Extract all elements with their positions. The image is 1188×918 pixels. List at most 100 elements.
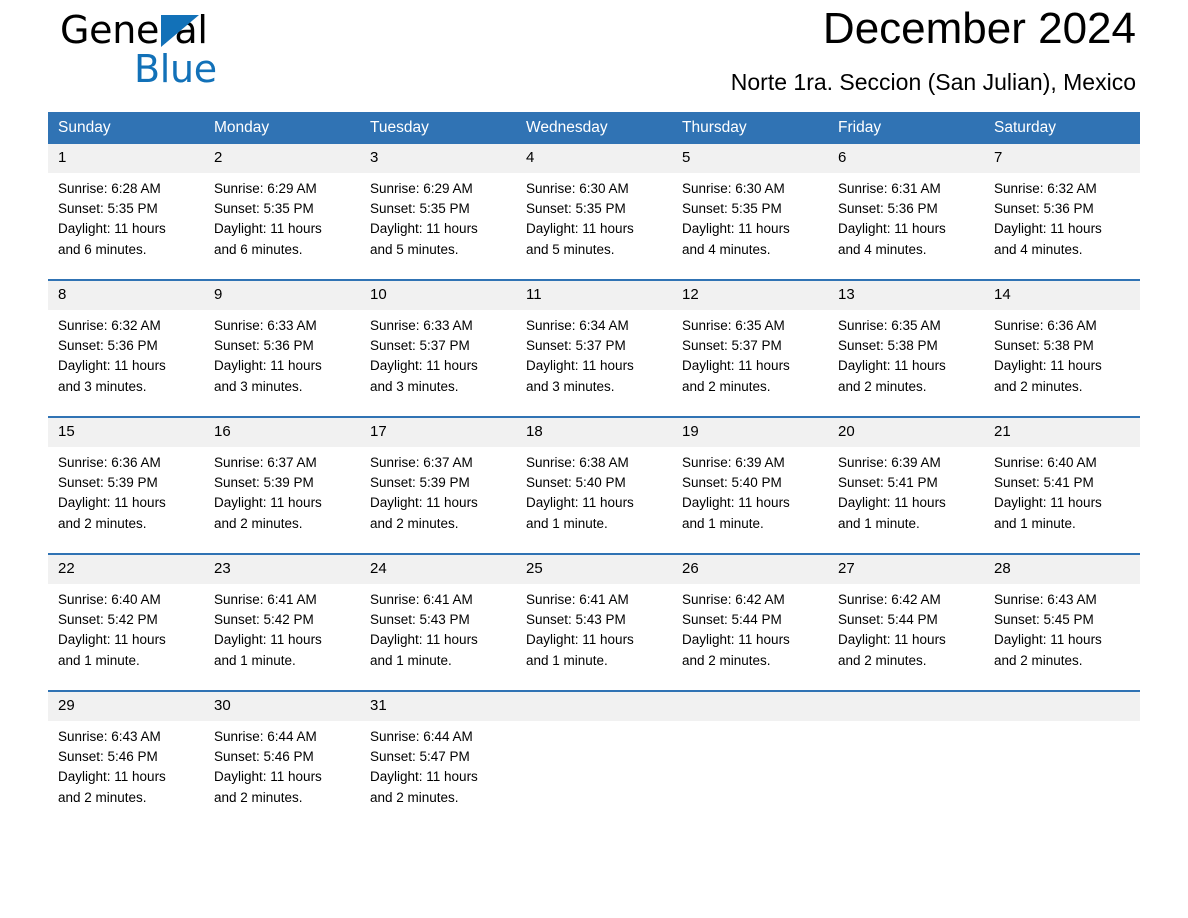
day-cell[interactable]: 20 Sunrise: 6:39 AM Sunset: 5:41 PM Dayligh… <box>828 416 984 554</box>
daylight-text-line2: and 2 minutes. <box>370 515 459 531</box>
daylight-text-line1: Daylight: 11 hours <box>214 632 322 648</box>
sunset-text: Sunset: 5:39 PM <box>214 475 314 491</box>
daylight-text-line1: Daylight: 11 hours <box>58 221 166 237</box>
daylight-text-line1: Daylight: 11 hours <box>370 769 478 785</box>
sunset-text: Sunset: 5:46 PM <box>214 749 314 765</box>
day-number: 20 <box>828 418 984 447</box>
sunset-text: Sunset: 5:47 PM <box>370 749 470 765</box>
day-cell[interactable]: 30 Sunrise: 6:44 AM Sunset: 5:46 PM Dayligh… <box>204 690 360 827</box>
sunset-text: Sunset: 5:40 PM <box>682 475 782 491</box>
day-cell[interactable]: 5 Sunrise: 6:30 AM Sunset: 5:35 PM Daylight… <box>672 144 828 280</box>
day-cell[interactable]: 13 Sunrise: 6:35 AM Sunset: 5:38 PM Dayligh… <box>828 279 984 417</box>
day-number: 6 <box>828 144 984 173</box>
day-cell[interactable]: 18 Sunrise: 6:38 AM Sunset: 5:40 PM Dayligh… <box>516 416 672 554</box>
day-cell[interactable]: 4 Sunrise: 6:30 AM Sunset: 5:35 PM Daylight… <box>516 144 672 280</box>
daylight-text-line1: Daylight: 11 hours <box>58 769 166 785</box>
day-number: 4 <box>516 144 672 173</box>
day-cell[interactable]: 28 Sunrise: 6:43 AM Sunset: 5:45 PM Dayligh… <box>984 553 1140 691</box>
day-details: Sunrise: 6:33 AM Sunset: 5:37 PM Daylight:… <box>360 310 516 397</box>
day-cell[interactable]: 6 Sunrise: 6:31 AM Sunset: 5:36 PM Daylight… <box>828 144 984 280</box>
day-number: 13 <box>828 281 984 310</box>
day-cell[interactable]: 12 Sunrise: 6:35 AM Sunset: 5:37 PM Dayligh… <box>672 279 828 417</box>
daylight-text-line1: Daylight: 11 hours <box>994 632 1102 648</box>
day-cell[interactable]: 2 Sunrise: 6:29 AM Sunset: 5:35 PM Daylight… <box>204 144 360 280</box>
day-cell[interactable]: 24 Sunrise: 6:41 AM Sunset: 5:43 PM Dayligh… <box>360 553 516 691</box>
sunrise-text: Sunrise: 6:40 AM <box>58 592 161 607</box>
daylight-text-line1: Daylight: 11 hours <box>370 221 478 237</box>
daylight-text-line2: and 1 minute. <box>838 515 920 531</box>
sunset-text: Sunset: 5:41 PM <box>994 475 1094 491</box>
day-cell[interactable]: 3 Sunrise: 6:29 AM Sunset: 5:35 PM Daylight… <box>360 144 516 280</box>
day-cell[interactable]: 19 Sunrise: 6:39 AM Sunset: 5:40 PM Dayligh… <box>672 416 828 554</box>
calendar-week-row: 29 Sunrise: 6:43 AM Sunset: 5:46 PM Dayligh… <box>48 690 1140 827</box>
day-details: Sunrise: 6:28 AM Sunset: 5:35 PM Daylight:… <box>48 173 204 260</box>
daylight-text-line1: Daylight: 11 hours <box>370 358 478 374</box>
sunset-text: Sunset: 5:37 PM <box>370 338 470 354</box>
day-cell[interactable]: 17 Sunrise: 6:37 AM Sunset: 5:39 PM Dayligh… <box>360 416 516 554</box>
sunrise-text: Sunrise: 6:36 AM <box>58 455 161 470</box>
daylight-text-line1: Daylight: 11 hours <box>838 495 946 511</box>
daylight-text-line1: Daylight: 11 hours <box>526 632 634 648</box>
day-cell[interactable]: 1 Sunrise: 6:28 AM Sunset: 5:35 PM Daylight… <box>48 144 204 280</box>
daylight-text-line2: and 5 minutes. <box>526 241 615 257</box>
sunset-text: Sunset: 5:42 PM <box>58 612 158 628</box>
day-details: Sunrise: 6:36 AM Sunset: 5:39 PM Daylight:… <box>48 447 204 534</box>
daylight-text-line1: Daylight: 11 hours <box>526 495 634 511</box>
day-details: Sunrise: 6:40 AM Sunset: 5:41 PM Daylight:… <box>984 447 1140 534</box>
daylight-text-line2: and 1 minute. <box>682 515 764 531</box>
day-cell[interactable]: 26 Sunrise: 6:42 AM Sunset: 5:44 PM Dayligh… <box>672 553 828 691</box>
day-cell[interactable]: 27 Sunrise: 6:42 AM Sunset: 5:44 PM Dayligh… <box>828 553 984 691</box>
day-cell[interactable]: 8 Sunrise: 6:32 AM Sunset: 5:36 PM Daylight… <box>48 279 204 417</box>
daylight-text-line2: and 2 minutes. <box>682 652 771 668</box>
day-cell[interactable]: 16 Sunrise: 6:37 AM Sunset: 5:39 PM Dayligh… <box>204 416 360 554</box>
sunrise-text: Sunrise: 6:29 AM <box>214 181 317 196</box>
day-details: Sunrise: 6:40 AM Sunset: 5:42 PM Daylight:… <box>48 584 204 671</box>
day-cell[interactable]: 29 Sunrise: 6:43 AM Sunset: 5:46 PM Dayligh… <box>48 690 204 827</box>
sunset-text: Sunset: 5:44 PM <box>682 612 782 628</box>
sunrise-text: Sunrise: 6:30 AM <box>682 181 785 196</box>
calendar-week-row: 22 Sunrise: 6:40 AM Sunset: 5:42 PM Dayligh… <box>48 553 1140 691</box>
day-number: 21 <box>984 418 1140 447</box>
sunset-text: Sunset: 5:42 PM <box>214 612 314 628</box>
daylight-text-line1: Daylight: 11 hours <box>526 221 634 237</box>
day-cell[interactable]: 22 Sunrise: 6:40 AM Sunset: 5:42 PM Dayligh… <box>48 553 204 691</box>
daylight-text-line2: and 3 minutes. <box>526 378 615 394</box>
daylight-text-line1: Daylight: 11 hours <box>526 358 634 374</box>
calendar-header-row: Sunday Monday Tuesday Wednesday Thursday… <box>48 112 1140 144</box>
day-number: 12 <box>672 281 828 310</box>
day-cell[interactable]: 7 Sunrise: 6:32 AM Sunset: 5:36 PM Daylight… <box>984 144 1140 280</box>
day-cell[interactable]: 10 Sunrise: 6:33 AM Sunset: 5:37 PM Dayligh… <box>360 279 516 417</box>
sunset-text: Sunset: 5:40 PM <box>526 475 626 491</box>
day-cell[interactable]: 9 Sunrise: 6:33 AM Sunset: 5:36 PM Daylight… <box>204 279 360 417</box>
day-details: Sunrise: 6:42 AM Sunset: 5:44 PM Daylight:… <box>828 584 984 671</box>
day-cell[interactable]: 31 Sunrise: 6:44 AM Sunset: 5:47 PM Dayligh… <box>360 690 516 827</box>
weekday-header-wednesday: Wednesday <box>516 112 672 144</box>
day-details: Sunrise: 6:37 AM Sunset: 5:39 PM Daylight:… <box>360 447 516 534</box>
daylight-text-line2: and 2 minutes. <box>682 378 771 394</box>
daylight-text-line2: and 6 minutes. <box>214 241 303 257</box>
calendar-page: General Blue December 2024 Norte 1ra. Se… <box>0 0 1188 918</box>
generalblue-logo[interactable]: General Blue <box>60 8 320 94</box>
day-cell[interactable]: 23 Sunrise: 6:41 AM Sunset: 5:42 PM Dayligh… <box>204 553 360 691</box>
day-number <box>516 692 672 721</box>
daylight-text-line2: and 2 minutes. <box>370 789 459 805</box>
day-cell[interactable]: 21 Sunrise: 6:40 AM Sunset: 5:41 PM Dayligh… <box>984 416 1140 554</box>
day-cell[interactable]: 15 Sunrise: 6:36 AM Sunset: 5:39 PM Dayligh… <box>48 416 204 554</box>
sunrise-text: Sunrise: 6:37 AM <box>370 455 473 470</box>
day-details: Sunrise: 6:44 AM Sunset: 5:47 PM Daylight:… <box>360 721 516 808</box>
day-number: 31 <box>360 692 516 721</box>
sunset-text: Sunset: 5:43 PM <box>526 612 626 628</box>
day-cell[interactable]: 25 Sunrise: 6:41 AM Sunset: 5:43 PM Dayligh… <box>516 553 672 691</box>
day-number: 18 <box>516 418 672 447</box>
sunrise-text: Sunrise: 6:31 AM <box>838 181 941 196</box>
daylight-text-line2: and 1 minute. <box>526 652 608 668</box>
day-cell[interactable]: 14 Sunrise: 6:36 AM Sunset: 5:38 PM Dayligh… <box>984 279 1140 417</box>
day-cell[interactable]: 11 Sunrise: 6:34 AM Sunset: 5:37 PM Dayligh… <box>516 279 672 417</box>
daylight-text-line2: and 3 minutes. <box>58 378 147 394</box>
day-number: 22 <box>48 555 204 584</box>
day-details: Sunrise: 6:33 AM Sunset: 5:36 PM Daylight:… <box>204 310 360 397</box>
day-details: Sunrise: 6:41 AM Sunset: 5:43 PM Daylight:… <box>516 584 672 671</box>
daylight-text-line1: Daylight: 11 hours <box>214 769 322 785</box>
calendar-week-row: 1 Sunrise: 6:28 AM Sunset: 5:35 PM Daylight… <box>48 144 1140 280</box>
daylight-text-line1: Daylight: 11 hours <box>682 495 790 511</box>
